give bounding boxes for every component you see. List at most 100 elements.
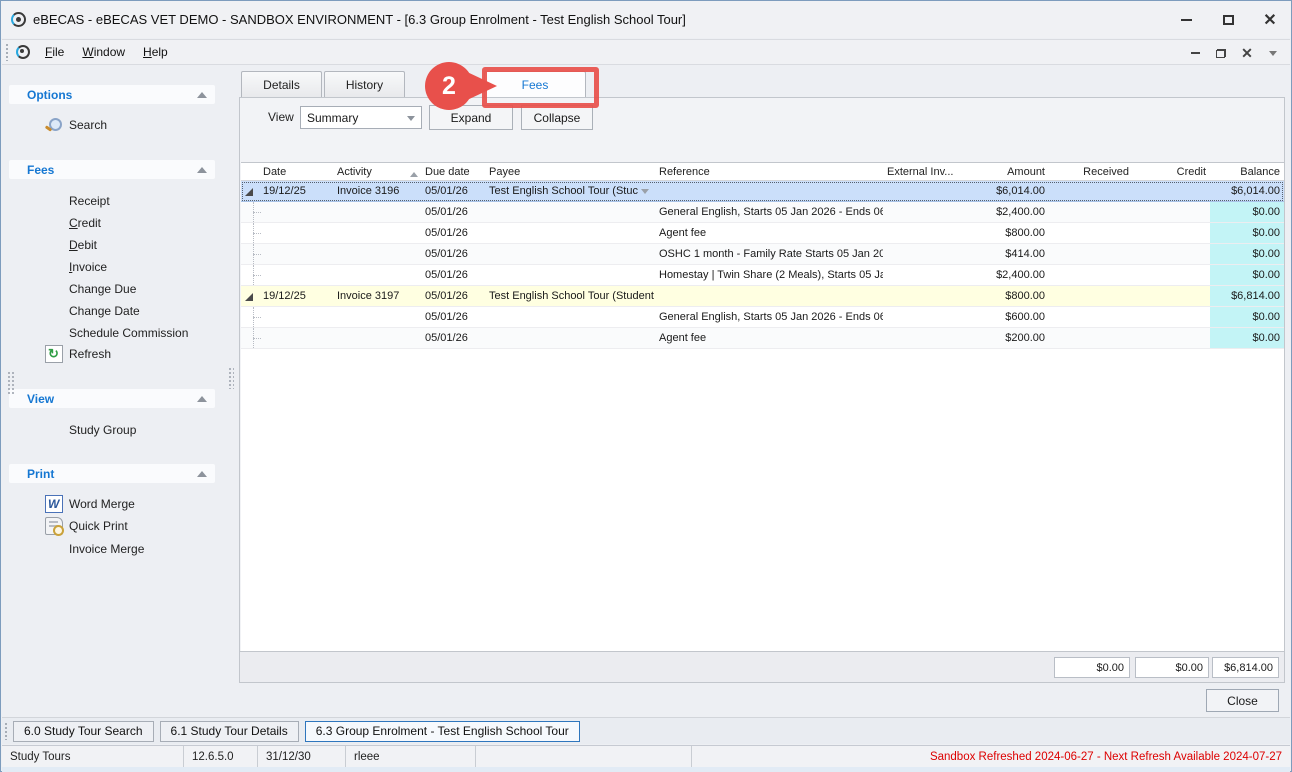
- main-panel: Details History Fees View Summary Expand C…: [239, 71, 1286, 715]
- tab-details[interactable]: Details: [241, 71, 322, 97]
- sidebar-item-study-group[interactable]: Study Group: [9, 421, 229, 439]
- column-header-activity[interactable]: Activity: [333, 166, 421, 178]
- column-header-amount[interactable]: Amount: [958, 166, 1049, 178]
- tree-line-stub: [253, 212, 261, 213]
- sidebar-item-refresh[interactable]: Refresh: [9, 345, 229, 363]
- expand-collapse-icon[interactable]: [241, 181, 259, 201]
- column-header-received[interactable]: Received: [1049, 166, 1133, 178]
- cell-date: 19/12/25: [259, 185, 333, 197]
- expand-collapse-icon[interactable]: [241, 286, 259, 306]
- sidebar-section-fees[interactable]: Fees: [9, 160, 215, 179]
- invoice-group-row[interactable]: 19/12/25Invoice 319705/01/26Test English…: [241, 286, 1284, 307]
- sidebar-item-label: Quick Print: [69, 519, 128, 533]
- tree-line: [241, 307, 259, 327]
- sidebar-item-word-merge[interactable]: Word Merge: [9, 495, 229, 513]
- window-title: eBECAS - eBECAS VET DEMO - SANDBOX ENVIR…: [33, 12, 686, 27]
- mdi-restore-icon[interactable]: [1214, 46, 1228, 60]
- cell-due-date: 05/01/26: [421, 332, 485, 344]
- collapse-arrow-icon[interactable]: [197, 92, 207, 98]
- collapse-arrow-icon[interactable]: [197, 167, 207, 173]
- invoice-group-row[interactable]: 19/12/25Invoice 319605/01/26Test English…: [241, 181, 1284, 202]
- expand-button[interactable]: Expand: [429, 105, 513, 130]
- sidebar-item-label: Search: [69, 118, 107, 132]
- tree-line: [241, 202, 259, 222]
- mdi-minimize-icon[interactable]: [1188, 46, 1202, 60]
- sidebar-item-change-date[interactable]: Change Date: [9, 302, 229, 320]
- sort-ascending-icon: [410, 172, 418, 177]
- cell-activity: Invoice 3197: [333, 290, 421, 302]
- tab-fees[interactable]: Fees: [484, 71, 586, 97]
- sidebar-item-invoice[interactable]: Invoice: [9, 258, 229, 276]
- toolbar-overflow-icon[interactable]: [1266, 46, 1280, 60]
- cell-due-date: 05/01/26: [421, 290, 485, 302]
- mdi-close-icon[interactable]: ✕: [1240, 46, 1254, 60]
- column-header-reference[interactable]: Reference: [655, 166, 883, 178]
- cell-activity: Invoice 3196: [333, 185, 421, 197]
- sidebar-splitter-grip[interactable]: [228, 367, 234, 389]
- status-spacer: [476, 746, 692, 767]
- minimize-icon[interactable]: [1177, 11, 1195, 29]
- column-header-due-date[interactable]: Due date: [421, 166, 485, 178]
- cell-reference: OSHC 1 month - Family Rate Starts 05 Jan…: [655, 248, 883, 260]
- collapse-button[interactable]: Collapse: [521, 105, 593, 130]
- total-received: $0.00: [1054, 657, 1130, 678]
- column-header-external-inv-[interactable]: External Inv...: [883, 166, 958, 178]
- close-button[interactable]: Close: [1206, 689, 1279, 712]
- sidebar-item-schedule-commission[interactable]: Schedule Commission: [9, 324, 229, 342]
- tabbar-gripper[interactable]: [4, 722, 9, 740]
- sidebar-item-invoice-merge[interactable]: Invoice Merge: [9, 540, 229, 558]
- tree-line-stub: [253, 317, 261, 318]
- column-header-balance[interactable]: Balance: [1210, 166, 1284, 178]
- sidebar-item-change-due[interactable]: Change Due: [9, 280, 229, 298]
- fee-line-row[interactable]: 05/01/26Agent fee$800.00$0.00: [241, 223, 1284, 244]
- cell-payee: Test English School Tour (Student: [485, 290, 655, 302]
- fee-line-row[interactable]: 05/01/26General English, Starts 05 Jan 2…: [241, 202, 1284, 223]
- sidebar-section-print[interactable]: Print: [9, 464, 215, 483]
- collapse-arrow-icon[interactable]: [197, 396, 207, 402]
- close-icon[interactable]: ✕: [1261, 11, 1279, 29]
- payee-dropdown-icon[interactable]: [641, 189, 649, 194]
- open-screens-tab-bar: 6.0 Study Tour Search 6.1 Study Tour Deta…: [2, 717, 1290, 744]
- sidebar-item-receipt[interactable]: Receipt: [9, 192, 229, 210]
- screen-tab[interactable]: 6.0 Study Tour Search: [13, 721, 154, 742]
- tab-strip: Details History Fees: [239, 71, 1286, 97]
- tab-history[interactable]: History: [324, 71, 405, 97]
- cell-balance: $0.00: [1210, 244, 1284, 264]
- maximize-icon[interactable]: [1219, 11, 1237, 29]
- fee-line-row[interactable]: 05/01/26Agent fee$200.00$0.00: [241, 328, 1284, 349]
- toolbar-gripper[interactable]: [5, 43, 10, 61]
- sidebar-section-view[interactable]: View: [9, 389, 215, 408]
- cell-due-date: 05/01/26: [421, 185, 485, 197]
- fee-line-row[interactable]: 05/01/26Homestay | Twin Share (2 Meals),…: [241, 265, 1284, 286]
- cell-balance: $6,014.00: [1210, 185, 1284, 197]
- fee-line-row[interactable]: 05/01/26OSHC 1 month - Family Rate Start…: [241, 244, 1284, 265]
- screen-tab[interactable]: 6.1 Study Tour Details: [160, 721, 299, 742]
- fee-line-row[interactable]: 05/01/26General English, Starts 05 Jan 2…: [241, 307, 1284, 328]
- cell-amount: $6,014.00: [958, 185, 1049, 197]
- status-user: rleee: [346, 746, 476, 767]
- collapse-arrow-icon[interactable]: [197, 471, 207, 477]
- chevron-down-icon: [407, 116, 415, 121]
- column-header-date[interactable]: Date: [259, 166, 333, 178]
- menu-window[interactable]: Window: [73, 41, 134, 63]
- sidebar-section-title: Fees: [27, 163, 54, 177]
- view-dropdown[interactable]: Summary: [300, 106, 422, 129]
- sidebar-item-debit[interactable]: Debit: [9, 236, 229, 254]
- sidebar-item-quick-print[interactable]: Quick Print: [9, 517, 229, 535]
- cell-payee: Test English School Tour (Stuc: [485, 185, 655, 197]
- menu-file[interactable]: File: [36, 41, 73, 63]
- tree-line: [241, 244, 259, 264]
- sidebar-section-options[interactable]: Options: [9, 85, 215, 104]
- screen-tab[interactable]: 6.3 Group Enrolment - Test English Schoo…: [305, 721, 580, 742]
- view-label: View: [268, 110, 294, 124]
- cell-amount: $2,400.00: [958, 269, 1049, 281]
- cell-reference: Agent fee: [655, 332, 883, 344]
- cell-amount: $600.00: [958, 311, 1049, 323]
- tab-label: History: [346, 78, 383, 92]
- column-header-payee[interactable]: Payee: [485, 166, 655, 178]
- menu-help[interactable]: Help: [134, 41, 177, 63]
- sidebar-item-search[interactable]: Search: [9, 116, 229, 134]
- sidebar-item-credit[interactable]: Credit: [9, 214, 229, 232]
- left-splitter-grip[interactable]: [7, 371, 16, 395]
- column-header-credit[interactable]: Credit: [1133, 166, 1210, 178]
